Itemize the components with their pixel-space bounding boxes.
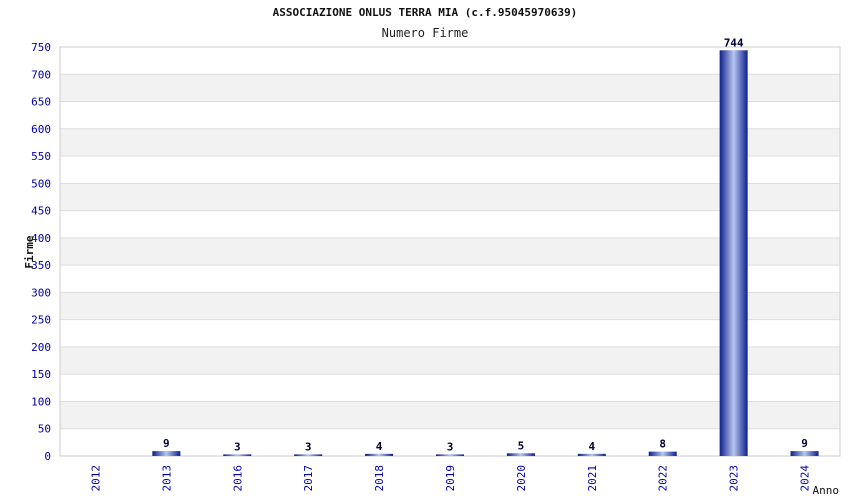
x-tick-label: 2016 [231, 465, 244, 492]
data-label: 3 [234, 440, 241, 453]
bar [365, 453, 394, 456]
bar [577, 453, 606, 456]
bar [506, 453, 535, 456]
bar [719, 50, 748, 456]
data-label: 4 [376, 440, 383, 453]
x-tick-label: 2019 [444, 465, 457, 492]
bar [223, 454, 252, 456]
chart-plot: 0501001502002503003504004505005506006507… [23, 36, 841, 497]
bar [294, 454, 323, 456]
y-tick-label: 450 [31, 205, 51, 218]
y-tick-label: 600 [31, 123, 51, 136]
x-axis-label: Anno [813, 484, 840, 497]
y-tick-label: 750 [31, 41, 51, 54]
y-tick-label: 650 [31, 96, 51, 109]
bar [436, 454, 464, 456]
y-tick-label: 150 [31, 368, 51, 381]
data-label: 9 [163, 437, 170, 450]
data-label: 8 [659, 438, 666, 451]
y-tick-label: 0 [44, 450, 51, 463]
data-label: 9 [801, 437, 808, 450]
x-tick-label: 2022 [657, 465, 670, 492]
y-axis-label: Firme [23, 235, 36, 268]
y-tick-label: 250 [31, 314, 51, 327]
y-tick-label: 700 [31, 68, 51, 81]
y-tick-label: 500 [31, 177, 51, 190]
y-tick-label: 550 [31, 150, 51, 163]
x-tick-label: 2024 [799, 465, 812, 492]
y-tick-label: 300 [31, 286, 51, 299]
x-tick-label: 2017 [302, 465, 315, 492]
x-tick-label: 2013 [160, 465, 173, 492]
x-tick-label: 2018 [373, 465, 386, 492]
x-tick-label: 2012 [89, 465, 102, 492]
y-tick-label: 50 [38, 423, 51, 436]
x-tick-label: 2023 [728, 465, 741, 492]
bar [648, 451, 677, 456]
x-tick-label: 2021 [586, 465, 599, 492]
data-label: 4 [589, 440, 596, 453]
y-tick-label: 200 [31, 341, 51, 354]
x-tick-label: 2020 [515, 465, 528, 492]
bar [152, 451, 181, 456]
data-label: 3 [447, 440, 454, 453]
data-label: 3 [305, 440, 312, 453]
data-label: 5 [518, 439, 525, 452]
bar [790, 451, 819, 456]
chart-container: ASSOCIAZIONE ONLUS TERRA MIA (c.f.950459… [0, 0, 850, 500]
data-label: 744 [724, 36, 744, 49]
y-tick-label: 100 [31, 395, 51, 408]
